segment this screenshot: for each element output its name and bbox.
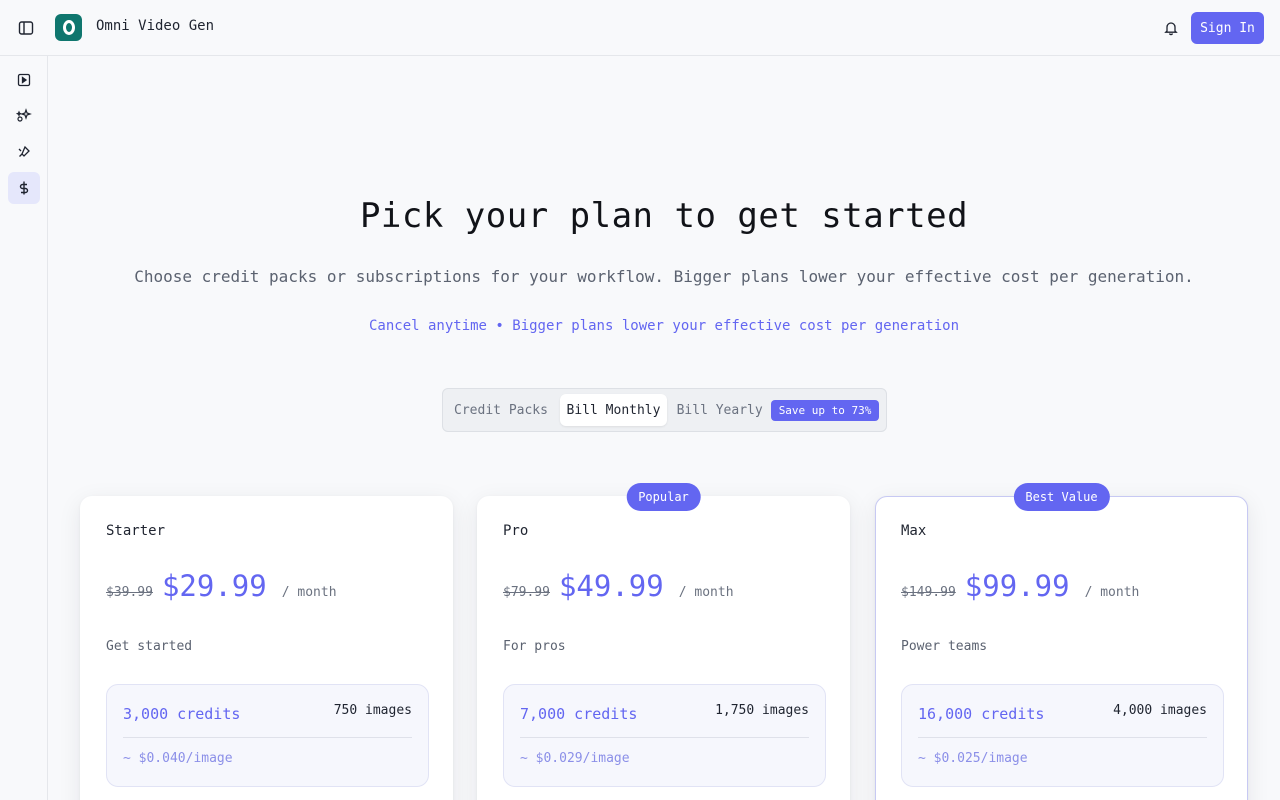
price: $99.99 [964, 569, 1070, 603]
plan-description: Power teams [901, 639, 988, 654]
price-row: $79.99 $49.99 / month [503, 569, 734, 603]
plan-description: For pros [503, 639, 566, 654]
credits-amount: 7,000 credits [520, 705, 638, 723]
tab-credit-packs[interactable]: Credit Packs [448, 394, 554, 426]
sign-in-button[interactable]: Sign In [1191, 12, 1264, 44]
app-title: Omni Video Gen [96, 18, 215, 34]
credit-box: 3,000 credits 750 images ~ $0.040/image [106, 684, 429, 787]
plan-name: Pro [503, 523, 529, 539]
images-count: 750 images [333, 703, 412, 718]
divider [123, 737, 412, 738]
plan-name: Max [901, 523, 927, 539]
billing-period: / month [1084, 585, 1140, 600]
top-bar: Omni Video Gen Sign In [0, 0, 1280, 56]
app-logo[interactable] [55, 14, 82, 41]
page-title: Pick your plan to get started [359, 196, 969, 236]
cost-per-image: ~ $0.025/image [918, 751, 1028, 766]
divider [918, 737, 1207, 738]
credits-amount: 16,000 credits [918, 705, 1045, 723]
cost-per-image: ~ $0.029/image [520, 751, 630, 766]
price-row: $149.99 $99.99 / month [901, 569, 1139, 603]
plan-name: Starter [106, 523, 166, 539]
old-price: $149.99 [901, 585, 956, 600]
billing-period: / month [678, 585, 734, 600]
page-tagline: Cancel anytime • Bigger plans lower your… [368, 318, 959, 334]
sidebar-toggle-icon[interactable] [14, 16, 38, 40]
old-price: $39.99 [106, 585, 153, 600]
best-value-badge: Best Value [1013, 483, 1110, 511]
plan-card-starter: Starter $39.99 $29.99 / month Get starte… [80, 496, 453, 800]
images-count: 4,000 images [1113, 703, 1207, 718]
tab-bill-monthly[interactable]: Bill Monthly [560, 394, 667, 426]
popular-badge: Popular [626, 483, 701, 511]
plan-card-max: Best Value Max $149.99 $99.99 / month Po… [875, 483, 1248, 800]
plan-description: Get started [106, 639, 193, 654]
cost-per-image: ~ $0.040/image [123, 751, 233, 766]
plan-card-pro: Popular Pro $79.99 $49.99 / month For pr… [477, 483, 850, 800]
billing-toggle: Credit Packs Bill Monthly Bill Yearly Sa… [442, 388, 887, 432]
old-price: $79.99 [503, 585, 550, 600]
save-badge: Save up to 73% [770, 399, 880, 421]
bell-icon[interactable] [1161, 18, 1181, 38]
page-subtitle: Choose credit packs or subscriptions for… [134, 267, 1194, 286]
price: $49.99 [558, 569, 664, 603]
divider [520, 737, 809, 738]
video-play-icon[interactable] [8, 64, 40, 96]
dollar-icon[interactable] [8, 172, 40, 204]
tab-bill-yearly[interactable]: Bill Yearly Save up to 73% [673, 394, 883, 426]
brush-icon[interactable] [8, 136, 40, 168]
price: $29.99 [161, 569, 267, 603]
price-row: $39.99 $29.99 / month [106, 569, 337, 603]
tab-bill-yearly-label: Bill Yearly [676, 402, 763, 418]
images-count: 1,750 images [715, 703, 809, 718]
credit-box: 16,000 credits 4,000 images ~ $0.025/ima… [901, 684, 1224, 787]
sidebar [0, 56, 48, 800]
sparkles-icon[interactable] [8, 100, 40, 132]
credit-box: 7,000 credits 1,750 images ~ $0.029/imag… [503, 684, 826, 787]
credits-amount: 3,000 credits [123, 705, 241, 723]
billing-period: / month [281, 585, 337, 600]
